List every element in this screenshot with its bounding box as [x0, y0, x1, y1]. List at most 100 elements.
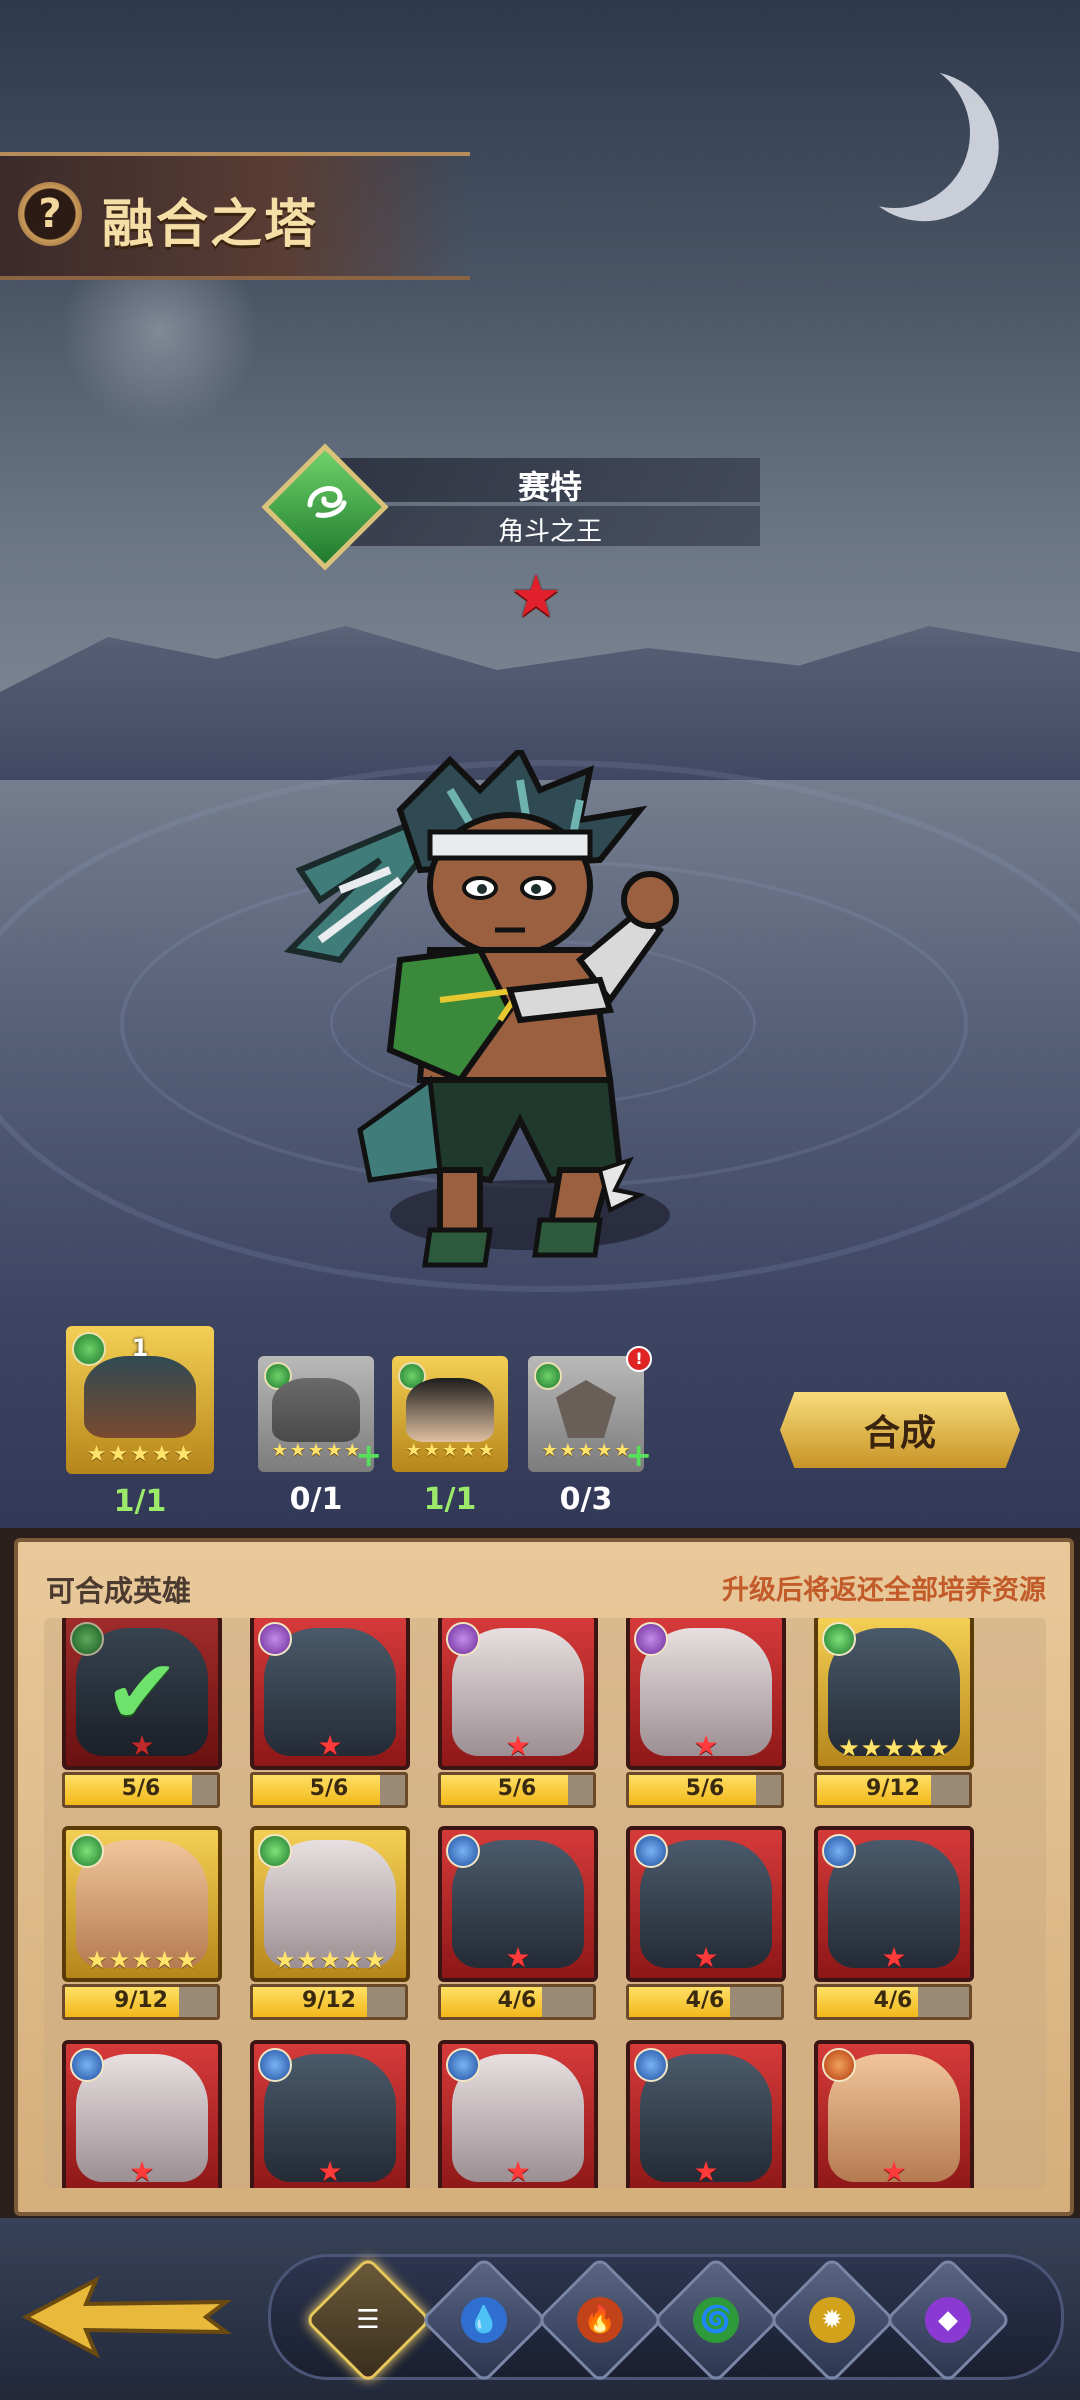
- fusion-progress-bar: 9/12: [250, 1984, 408, 2020]
- fusion-progress-bar: 5/6: [62, 1772, 220, 1808]
- water-element-icon: [446, 1834, 480, 1868]
- water-icon: 💧: [461, 2297, 507, 2343]
- add-icon: +: [355, 1436, 382, 1474]
- progress-text: 4/6: [685, 1988, 725, 2013]
- material-count: 0/1: [289, 1482, 343, 1517]
- filter-nature[interactable]: 🌀: [652, 2256, 780, 2384]
- fire-element-icon: [822, 2048, 856, 2082]
- material-slot-copy-hero[interactable]: ★ ★ ★ ★ ★ + 0/1: [258, 1356, 382, 1517]
- add-icon: +: [625, 1436, 652, 1474]
- material-count: 1/1: [113, 1484, 167, 1519]
- hero-card[interactable]: ★: [626, 1826, 786, 1982]
- hero-card[interactable]: ★ ★ ★ ★ ★: [250, 1826, 410, 1982]
- fusion-progress-bar: 4/6: [814, 1984, 972, 2020]
- check-icon: ✔: [66, 1618, 218, 1766]
- bottom-bar: ☰ 💧 🔥 🌀 ✹ ◆: [0, 2218, 1080, 2400]
- fusion-progress-bar: 5/6: [626, 1772, 784, 1808]
- progress-text: 5/6: [121, 1776, 161, 1801]
- progress-text: 5/6: [685, 1776, 725, 1801]
- progress-text: 4/6: [497, 1988, 537, 2013]
- hero-card[interactable]: ★: [626, 1618, 786, 1770]
- hero-figure[interactable]: [280, 744, 700, 1270]
- panel-title: 可合成英雄: [46, 1574, 192, 1608]
- hero-card[interactable]: ★: [814, 2040, 974, 2188]
- progress-text: 5/6: [497, 1776, 537, 1801]
- fuse-button[interactable]: 合成: [780, 1392, 1020, 1468]
- water-element-icon: [634, 2048, 668, 2082]
- back-arrow-icon[interactable]: [16, 2272, 236, 2362]
- header-banner: ? 融合之塔: [0, 152, 470, 280]
- hero-card[interactable]: ★: [626, 2040, 786, 2188]
- progress-text: 5/6: [309, 1776, 349, 1801]
- panel-note: 升级后将返还全部培养资源: [722, 1575, 1046, 1606]
- hero-card[interactable]: ★: [438, 1618, 598, 1770]
- void-element-icon: [634, 1622, 668, 1656]
- material-count: 1/1: [423, 1482, 477, 1517]
- red-star-icon: ★: [693, 1729, 719, 1762]
- void-element-icon: [258, 1622, 292, 1656]
- hero-portrait: [272, 1378, 360, 1442]
- red-star-icon: ★: [129, 2155, 155, 2188]
- element-filter-bar: ☰ 💧 🔥 🌀 ✹ ◆: [268, 2254, 1064, 2384]
- fusion-progress-bar: 9/12: [814, 1772, 972, 1808]
- filter-fire[interactable]: 🔥: [536, 2256, 664, 2384]
- hero-star-icon: ★: [510, 562, 562, 630]
- progress-text: 9/12: [866, 1776, 920, 1801]
- hero-grid[interactable]: ★ ✔ 5/6 ★ 5/6 ★ 5/6 ★ 5/6 ★ ★ ★ ★ ★ 9/12 ★ ★ ★ ★ ★ 9/12 ★ ★ ★ ★ ★…: [44, 1618, 1046, 2188]
- hero-name-row: 赛特: [340, 458, 760, 506]
- star-rating: ★ ★ ★ ★ ★: [541, 1440, 631, 1461]
- all-list-icon: ☰: [356, 2305, 380, 2335]
- fusion-progress-bar: 4/6: [438, 1984, 596, 2020]
- material-slot-main-hero[interactable]: 1 ★ ★ ★ ★ ★ 1/1: [66, 1326, 214, 1519]
- star-rating: ★ ★ ★ ★ ★: [274, 1946, 386, 1974]
- hero-card[interactable]: ★: [814, 1826, 974, 1982]
- red-star-icon: ★: [317, 1729, 343, 1762]
- light-icon: ✹: [809, 2297, 855, 2343]
- question-icon: ?: [38, 191, 62, 237]
- hero-portrait: [406, 1378, 494, 1442]
- panel-body: 可合成英雄 升级后将返还全部培养资源 ★ ✔ 5/6 ★ 5/6 ★ 5/6 ★ 5/6 ★ ★ ★ ★…: [14, 1538, 1074, 2216]
- filter-water[interactable]: 💧: [420, 2256, 548, 2384]
- nature-icon: 🌀: [693, 2297, 739, 2343]
- red-star-icon: ★: [693, 2155, 719, 2188]
- water-element-icon: [822, 1834, 856, 1868]
- red-star-icon: ★: [881, 1941, 907, 1974]
- hero-card[interactable]: ★: [438, 2040, 598, 2188]
- hero-card[interactable]: ★ ✔: [62, 1618, 222, 1770]
- fusion-progress-bar: 4/6: [626, 1984, 784, 2020]
- progress-text: 9/12: [302, 1988, 356, 2013]
- star-rating: ★ ★ ★ ★ ★: [86, 1946, 198, 1974]
- hero-title: 角斗之王: [497, 517, 602, 547]
- material-slot-fodder-hero[interactable]: ★ ★ ★ ★ ★ 1/1: [392, 1356, 508, 1517]
- hero-card[interactable]: ★: [438, 1826, 598, 1982]
- hero-title-row: 角斗之王: [340, 506, 760, 547]
- fusion-progress-bar: 9/12: [62, 1984, 220, 2020]
- void-icon: ◆: [925, 2297, 971, 2343]
- progress-text: 9/12: [114, 1988, 168, 2013]
- filter-all-list[interactable]: ☰: [304, 2256, 432, 2384]
- nature-element-icon: [258, 1834, 292, 1868]
- filter-void[interactable]: ◆: [884, 2256, 1012, 2384]
- hero-card[interactable]: ★: [250, 1618, 410, 1770]
- fusion-progress-bar: 5/6: [438, 1772, 596, 1808]
- hero-card[interactable]: ★ ★ ★ ★ ★: [814, 1618, 974, 1770]
- filter-light[interactable]: ✹: [768, 2256, 896, 2384]
- hero-card[interactable]: ★ ★ ★ ★ ★: [62, 1826, 222, 1982]
- faction-emblem-icon: [556, 1380, 616, 1438]
- hero-card[interactable]: ★: [62, 2040, 222, 2188]
- hero-portrait: [84, 1356, 196, 1438]
- alert-badge: !: [626, 1346, 652, 1372]
- progress-text: 4/6: [873, 1988, 913, 2013]
- page-title: 融合之塔: [102, 195, 319, 255]
- red-star-icon: ★: [693, 1941, 719, 1974]
- nature-element-icon: [70, 1834, 104, 1868]
- void-element-icon: [446, 1622, 480, 1656]
- hero-card[interactable]: ★: [250, 2040, 410, 2188]
- star-rating: ★ ★ ★ ★ ★: [86, 1442, 194, 1467]
- help-button[interactable]: ?: [18, 182, 82, 246]
- hero-name: 赛特: [517, 468, 582, 506]
- water-element-icon: [446, 2048, 480, 2082]
- red-star-icon: ★: [317, 2155, 343, 2188]
- material-slot-any-nature[interactable]: ★ ★ ★ ★ ★ ! + 0/3: [528, 1346, 652, 1517]
- material-count: 0/3: [559, 1482, 613, 1517]
